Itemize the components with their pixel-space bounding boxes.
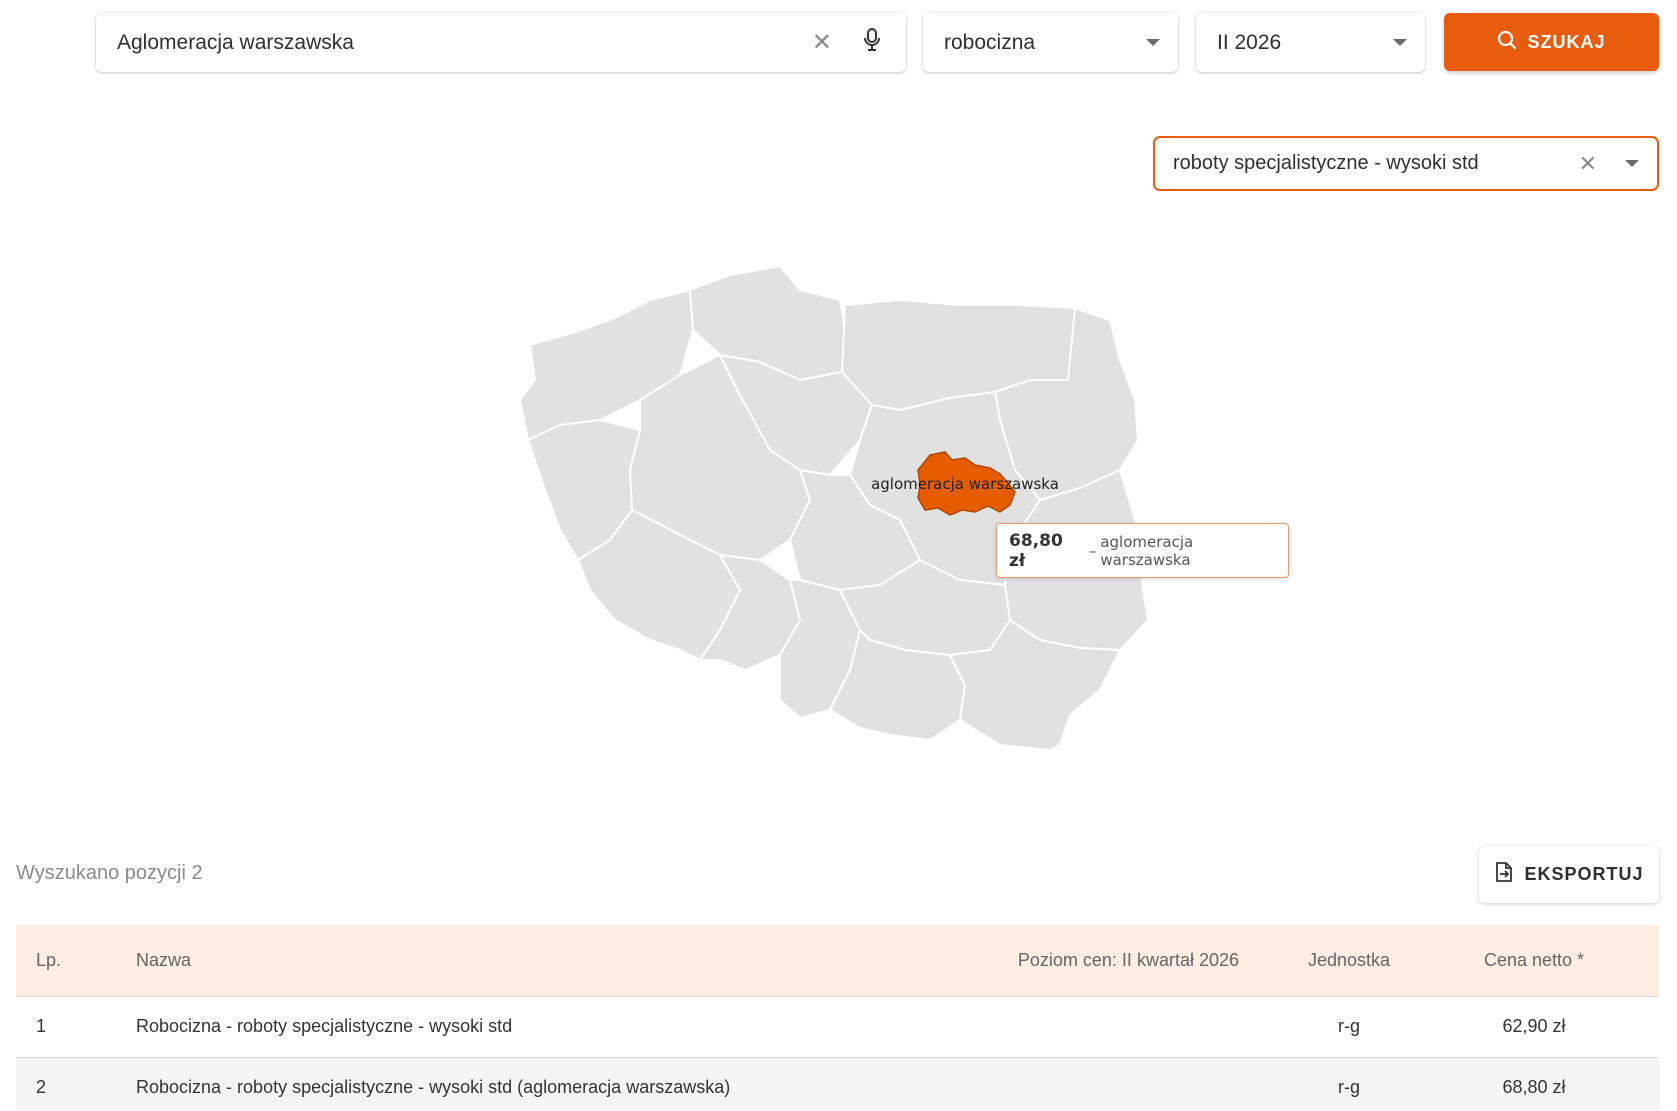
results-count: Wyszukano pozycji 2 [16, 862, 203, 884]
microphone-icon[interactable] [862, 27, 882, 58]
row-level [999, 1057, 1239, 1111]
export-button-label: EKSPORTUJ [1524, 864, 1644, 884]
tooltip-separator: – [1088, 541, 1097, 560]
category-select[interactable]: robocizna [923, 13, 1178, 72]
search-button-label: SZUKAJ [1527, 31, 1606, 52]
tooltip-region: aglomeracja warszawska [1100, 532, 1194, 569]
chevron-down-icon [1146, 39, 1160, 46]
row-price: 68,80 zł [1459, 1057, 1659, 1111]
export-file-icon [1494, 861, 1514, 888]
row-name: Robocizna - roboty specjalistyczne - wys… [136, 1057, 999, 1111]
results-table: Lp. Nazwa Poziom cen: II kwartał 2026 Je… [16, 925, 1659, 1111]
map-tooltip: 68,80 zł – aglomeracja warszawska [996, 523, 1289, 578]
period-select-value: II 2026 [1217, 30, 1282, 54]
chevron-down-icon [1625, 160, 1639, 167]
table-header-row: Lp. Nazwa Poziom cen: II kwartał 2026 Je… [16, 925, 1659, 997]
close-icon[interactable]: ✕ [1579, 151, 1597, 177]
export-button[interactable]: EKSPORTUJ [1479, 846, 1659, 903]
column-header-name[interactable]: Nazwa [136, 925, 999, 997]
category-select-value: robocizna [944, 30, 1036, 54]
row-level [999, 996, 1239, 1058]
column-header-price-level[interactable]: Poziom cen: II kwartał 2026 [999, 925, 1239, 997]
row-lp: 1 [16, 996, 136, 1058]
column-header-lp[interactable]: Lp. [16, 925, 136, 997]
row-price: 62,90 zł [1459, 996, 1659, 1058]
table-row[interactable]: 1 Robocizna - roboty specjalistyczne - w… [16, 996, 1659, 1058]
subcategory-select-value: roboty specjalistyczne - wysoki std [1173, 152, 1479, 174]
subcategory-select[interactable]: roboty specjalistyczne - wysoki std ✕ [1153, 136, 1659, 191]
search-input[interactable]: Aglomeracja warszawska ✕ [96, 13, 906, 72]
tooltip-price: 68,80 zł [1009, 530, 1063, 571]
search-button[interactable]: SZUKAJ [1444, 13, 1659, 71]
close-icon[interactable]: ✕ [812, 30, 832, 55]
row-lp: 2 [16, 1057, 136, 1111]
chevron-down-icon [1393, 39, 1407, 46]
search-input-value[interactable]: Aglomeracja warszawska [117, 31, 812, 55]
column-header-net-price[interactable]: Cena netto * [1459, 925, 1659, 997]
row-unit: r-g [1239, 996, 1459, 1058]
search-icon [1497, 30, 1517, 55]
table-row[interactable]: 2 Robocizna - roboty specjalistyczne - w… [16, 1057, 1659, 1111]
column-header-unit[interactable]: Jednostka [1239, 925, 1459, 997]
row-name: Robocizna - roboty specjalistyczne - wys… [136, 996, 999, 1058]
row-unit: r-g [1239, 1057, 1459, 1111]
period-select[interactable]: II 2026 [1196, 13, 1425, 72]
